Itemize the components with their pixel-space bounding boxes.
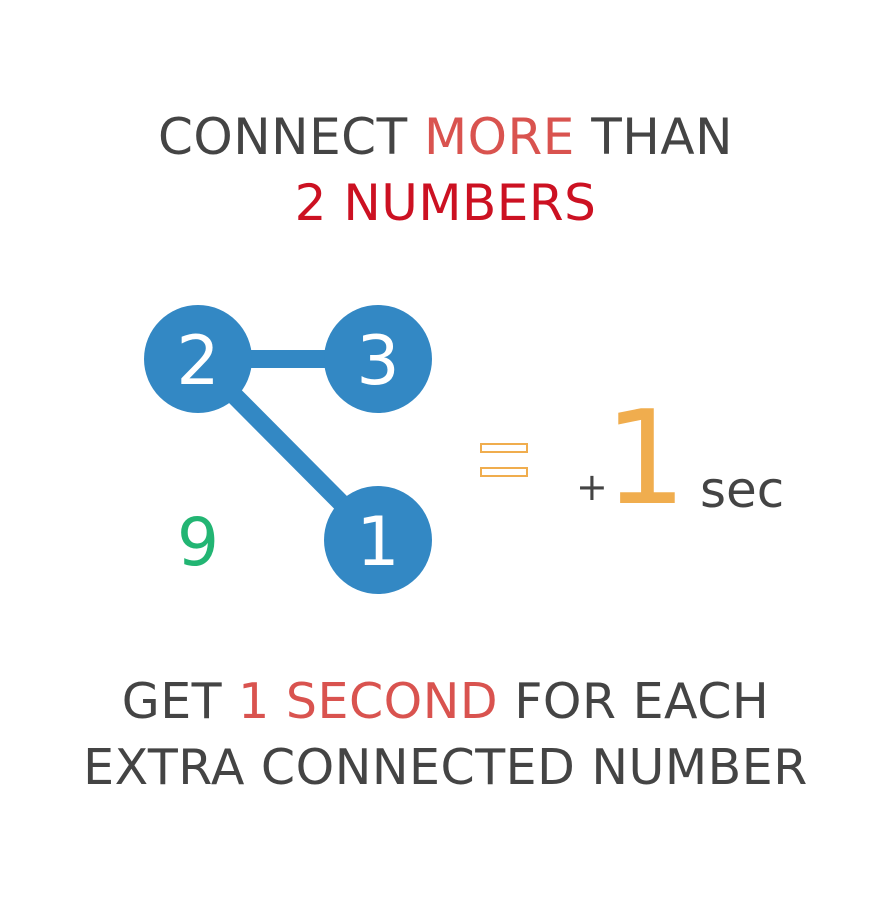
footer-text-get: GET — [121, 673, 239, 730]
node-2-circle — [144, 305, 252, 413]
instruction-heading: CONNECT MORE THAN 2 NUMBERS — [0, 104, 891, 236]
node-3-circle — [324, 305, 432, 413]
reward-explanation: GET 1 SECOND FOR EACH EXTRA CONNECTED NU… — [0, 669, 891, 801]
node-2-label: 2 — [176, 322, 219, 401]
equals-bar-bottom — [480, 467, 528, 477]
equals-bar-top — [480, 443, 528, 453]
reward-unit: sec — [700, 461, 785, 519]
footer-text-for-each: FOR EACH — [498, 673, 770, 730]
heading-text-more: MORE — [424, 108, 575, 166]
reward-explanation-line-1: GET 1 SECOND FOR EACH — [0, 669, 891, 735]
loose-number-9: 9 — [177, 504, 219, 581]
node-3: 3 — [324, 305, 432, 413]
node-1: 1 — [324, 486, 432, 594]
reward-explanation-line-2: EXTRA CONNECTED NUMBER — [83, 739, 808, 796]
reward-value: 1 — [604, 382, 687, 534]
node-1-label: 1 — [356, 503, 399, 582]
heading-text-two-numbers: 2 NUMBERS — [294, 174, 597, 232]
footer-text-one-second: 1 SECOND — [238, 673, 499, 730]
link-2-1 — [191, 352, 385, 547]
equals-sign — [480, 443, 528, 481]
node-3-label: 3 — [356, 322, 399, 401]
node-1-circle — [324, 486, 432, 594]
node-2: 2 — [144, 305, 252, 413]
instruction-heading-line-1: CONNECT MORE THAN — [0, 104, 891, 170]
heading-text-connect: CONNECT — [158, 108, 425, 166]
heading-text-than: THAN — [574, 108, 733, 166]
